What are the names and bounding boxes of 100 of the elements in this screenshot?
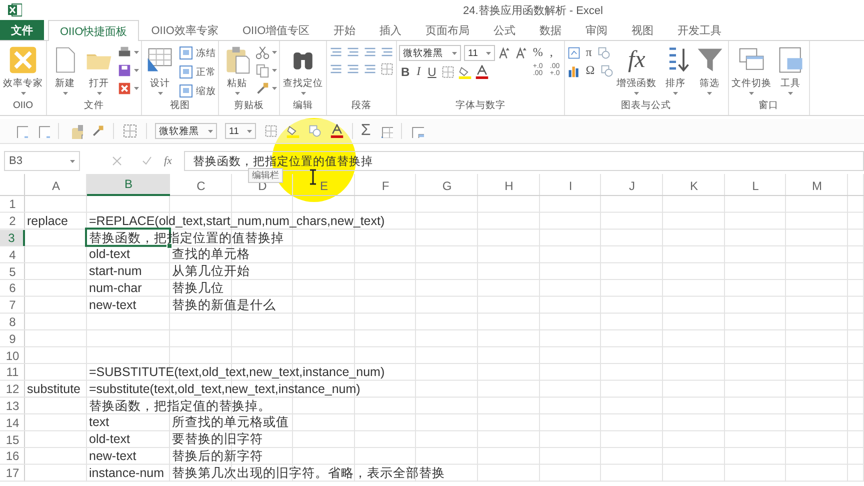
window-title: 24.替换应用函数解析 - Excel — [463, 4, 603, 18]
toolbar-button[interactable] — [255, 45, 277, 60]
ribbon-tab[interactable]: 数据 — [528, 20, 574, 40]
row-header[interactable]: 17 — [0, 464, 25, 482]
field-value: 微软雅黑 — [159, 124, 199, 138]
caret-icon — [486, 52, 491, 54]
ribbon-tab[interactable]: 页面布局 — [414, 20, 482, 40]
toolbar-button[interactable] — [498, 46, 512, 60]
font-color-icon — [475, 64, 490, 78]
font-size-field[interactable]: 11 — [225, 123, 256, 139]
row-header[interactable]: 5 — [0, 263, 25, 280]
toolbar-button[interactable] — [566, 64, 581, 78]
table-cell: 要替换的旧字符 — [172, 431, 263, 448]
column-header[interactable]: F — [355, 174, 416, 196]
format-button[interactable]: U — [426, 64, 438, 78]
column-header[interactable]: I — [540, 174, 601, 196]
ribbon-button[interactable]: 筛选 — [694, 43, 726, 97]
ribbon-tab[interactable]: 视图 — [620, 20, 666, 40]
font-field[interactable]: 11 — [464, 45, 495, 61]
table-cell: substitute — [27, 380, 81, 397]
font-color-icon — [330, 124, 344, 138]
column-header[interactable]: A — [25, 174, 87, 196]
font-field[interactable]: 微软雅黑 — [155, 123, 217, 139]
format-button[interactable]: I — [414, 64, 423, 79]
ribbon-button[interactable]: fx 增强函数 — [616, 43, 658, 97]
table-cell: 从第几位开始 — [172, 263, 250, 280]
ribbon-button[interactable]: 粘贴 — [221, 43, 253, 97]
ribbon-button[interactable]: 冻结 — [178, 45, 216, 61]
row-header[interactable]: 6 — [0, 280, 25, 297]
toolbar-button[interactable] — [117, 81, 139, 96]
ribbon-button[interactable]: 设计 — [144, 43, 176, 97]
column-header[interactable]: L — [725, 174, 786, 196]
ribbon-tab[interactable]: OIIO增值专区 — [230, 20, 322, 40]
column-header[interactable]: M — [786, 174, 848, 196]
column-header[interactable]: H — [478, 174, 540, 196]
autosum-button[interactable]: Σ — [360, 122, 371, 140]
table-cell: 替换几位 — [172, 280, 224, 296]
ribbon-button[interactable]: 工具 — [774, 43, 807, 97]
indent-icon — [329, 45, 343, 59]
ribbon-tab[interactable]: 插入 — [368, 20, 414, 40]
insert-function-button[interactable]: fx — [164, 155, 172, 167]
name-box[interactable]: B3 — [4, 151, 80, 171]
check-icon[interactable] — [142, 156, 152, 166]
format-button[interactable]: , — [548, 45, 555, 60]
ribbon-button[interactable]: 查找定位 — [282, 43, 324, 97]
wrap-icon — [380, 45, 394, 59]
format-button[interactable]: Ω — [584, 63, 597, 78]
column-header[interactable]: K — [663, 174, 725, 196]
ribbon-button[interactable]: 文件切换 — [730, 43, 773, 97]
ribbon-button[interactable]: 新建 — [49, 43, 81, 97]
ribbon-button[interactable]: 排序 — [660, 43, 692, 97]
floppy-icon — [117, 63, 132, 78]
row-header[interactable]: 13 — [0, 398, 25, 414]
column-header[interactable]: J — [601, 174, 663, 196]
ribbon-tab[interactable]: 文件 — [0, 20, 44, 40]
toolbar-button[interactable] — [514, 46, 529, 60]
ribbon-tab[interactable]: 开始 — [322, 20, 368, 40]
ribbon-button[interactable]: 正常 — [178, 64, 216, 80]
format-button[interactable]: B — [399, 64, 412, 78]
row-header[interactable]: 14 — [0, 414, 25, 432]
table-cell: =substitute(text,old_text,new_text,instance_num) — [89, 380, 360, 397]
row-header[interactable]: 4 — [0, 246, 25, 264]
ribbon-button[interactable]: 效率专家 — [2, 43, 44, 97]
ribbon-button[interactable]: 打开 — [83, 43, 115, 97]
column-header[interactable]: C — [170, 174, 232, 196]
toolbar-button[interactable] — [458, 64, 472, 78]
ribbon-button[interactable]: 缩放 — [178, 83, 216, 99]
toolbar-button[interactable] — [475, 64, 490, 78]
column-header[interactable]: E — [293, 174, 355, 196]
row-header[interactable]: 2 — [0, 212, 25, 230]
format-button[interactable]: π — [584, 45, 594, 60]
ribbon-tab[interactable]: 审阅 — [574, 20, 620, 40]
column-header[interactable]: B — [87, 174, 170, 196]
row-header[interactable]: 12 — [0, 380, 25, 398]
ribbon-tab[interactable]: 公式 — [482, 20, 528, 40]
align-icon — [363, 62, 377, 76]
column-header[interactable]: G — [416, 174, 478, 196]
row-header[interactable]: 3 — [0, 230, 25, 246]
caret-icon — [246, 130, 252, 132]
font-field[interactable]: 微软雅黑 — [399, 45, 461, 61]
toolbar-button[interactable] — [117, 63, 139, 78]
ribbon-tab[interactable]: OIIO快捷面板 — [48, 20, 140, 41]
row-header[interactable]: 7 — [0, 296, 25, 314]
table-cell: replace — [27, 212, 68, 229]
ribbon-tab[interactable]: 开发工具 — [666, 20, 734, 40]
toolbar-button[interactable] — [566, 46, 581, 60]
row-header[interactable]: 16 — [0, 448, 25, 465]
row-header[interactable]: 15 — [0, 431, 25, 448]
cancel-icon[interactable] — [112, 156, 122, 166]
page-icon — [178, 64, 194, 80]
cell-reference: B3 — [9, 155, 22, 167]
row-header[interactable]: 9 — [0, 330, 25, 348]
row-header[interactable]: 8 — [0, 314, 25, 330]
table-cell: 替换的新值是什么 — [172, 296, 276, 313]
toolbar-button[interactable] — [255, 81, 277, 96]
row-header[interactable]: 11 — [0, 364, 25, 381]
row-header[interactable]: 1 — [0, 196, 25, 213]
ribbon-tab[interactable]: OIIO效率专家 — [139, 20, 230, 40]
row-header[interactable]: 10 — [0, 347, 25, 364]
format-button[interactable]: % — [530, 45, 545, 60]
